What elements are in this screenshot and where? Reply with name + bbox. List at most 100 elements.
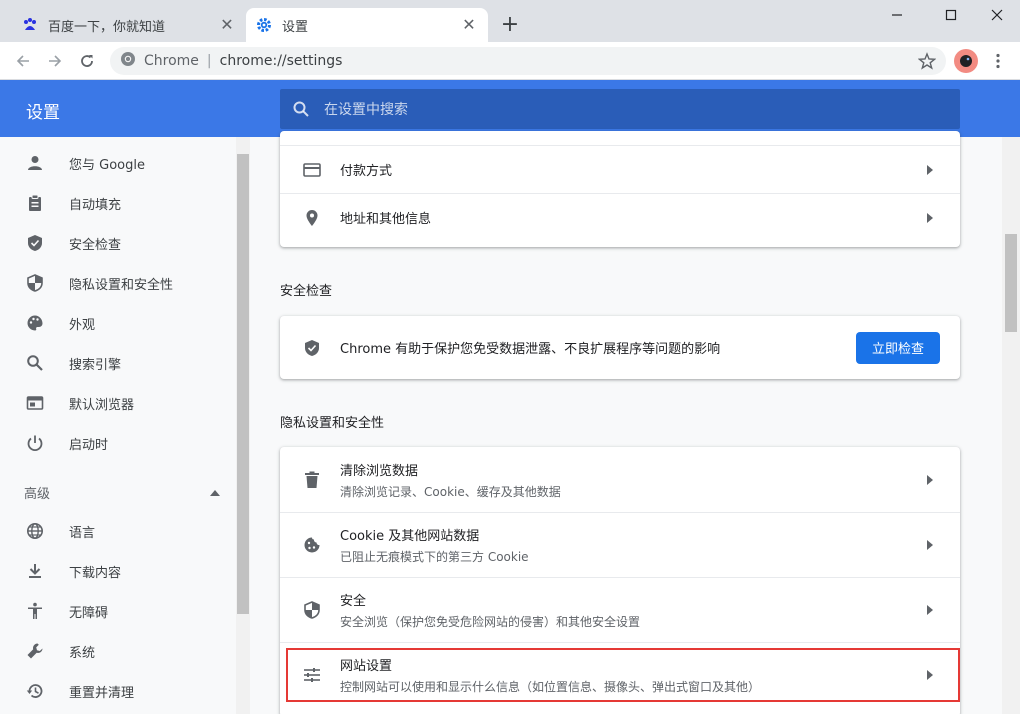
location-icon [300,206,324,230]
download-icon [24,560,46,582]
row-title: 安全 [340,594,367,609]
url-separator: | [206,53,212,69]
person-icon [24,152,46,174]
sidebar-item-label: 默认浏览器 [69,397,135,413]
row-title: 付款方式 [340,164,393,179]
sidebar-item-privacy[interactable]: 隐私设置和安全性 [24,269,173,297]
address-bar[interactable]: Chrome | chrome://settings [110,47,946,75]
row-subtitle: 安全浏览（保护您免受危险网站的侵害）和其他安全设置 [340,615,641,629]
row-clear-browsing-data[interactable]: 清除浏览数据 清除浏览记录、Cookie、缓存及其他数据 [280,447,960,512]
sidebar-item-autofill[interactable]: 自动填充 [24,189,121,217]
main-scrollbar[interactable] [1002,137,1020,714]
star-icon[interactable] [917,52,937,74]
arrow-right-icon [920,474,940,485]
minimize-button[interactable] [874,4,920,26]
search-icon [292,100,310,118]
sidebar-item-downloads[interactable]: 下载内容 [24,557,121,585]
row-title: 清除浏览数据 [340,463,419,479]
advanced-label: 高级 [24,486,51,502]
new-tab-button[interactable]: + [500,14,520,36]
profile-avatar[interactable] [954,49,978,73]
sidebar-advanced-toggle[interactable]: 高级 [24,482,220,502]
sidebar-item-on-startup[interactable]: 启动时 [24,429,108,457]
sidebar-item-label: 语言 [69,525,96,541]
check-now-button[interactable]: 立即检查 [856,331,940,364]
arrow-right-icon [920,605,940,615]
sidebar-item-search-engine[interactable]: 搜索引擎 [24,349,121,377]
privacy-card: 清除浏览数据 清除浏览记录、Cookie、缓存及其他数据 Cookie 及其他网… [280,447,960,714]
shield-check-icon [24,232,46,254]
gear-icon [256,17,272,33]
settings-header: 设置 在设置中搜索 [0,80,1020,137]
power-icon [24,432,46,454]
toolbar: Chrome | chrome://settings [0,42,1020,80]
wrench-icon [24,640,46,662]
sidebar-item-label: 自动填充 [69,197,122,213]
browser-icon [24,392,46,414]
close-icon[interactable]: ✕ [460,16,478,34]
sidebar-item-system[interactable]: 系统 [24,637,95,665]
search-placeholder: 在设置中搜索 [324,102,408,118]
sidebar-item-label: 无障碍 [69,605,109,621]
shield-half-icon [24,272,46,294]
tab-title: 百度一下，你就知道 [48,19,166,35]
sidebar-scrollbar[interactable] [236,137,250,714]
cookie-icon [300,533,324,557]
settings-search-input[interactable]: 在设置中搜索 [280,89,960,129]
tab-baidu[interactable]: 百度一下，你就知道 ✕ [12,8,246,42]
row-title: 地址和其他信息 [340,212,432,227]
tab-title: 设置 [282,19,309,35]
more-vert-icon [996,53,1000,69]
site-label: Chrome [144,53,199,69]
url-text: chrome://settings [219,53,343,69]
accessibility-icon [24,600,46,622]
sidebar-item-label: 启动时 [69,437,109,453]
autofill-card: 付款方式 地址和其他信息 [280,131,960,247]
sidebar-item-label: 安全检查 [69,237,122,253]
clipboard-icon [24,192,46,214]
chrome-icon [120,51,136,71]
arrow-right-icon [920,212,940,223]
close-window-button[interactable] [974,4,1020,26]
sidebar-scrollbar-thumb[interactable] [237,154,249,614]
row-payment-methods[interactable]: 付款方式 [280,145,960,193]
tab-settings[interactable]: 设置 ✕ [246,8,488,42]
credit-card-icon [300,158,324,182]
back-button[interactable] [12,50,34,72]
row-site-settings[interactable]: 网站设置 控制网站可以使用和显示什么信息（如位置信息、摄像头、弹出式窗口及其他） [280,642,960,707]
forward-button[interactable] [44,50,66,72]
sidebar-item-label: 重置并清理 [69,685,135,701]
row-addresses[interactable]: 地址和其他信息 [280,193,960,241]
sidebar-item-reset[interactable]: 重置并清理 [24,677,134,705]
arrow-right-icon [920,540,940,550]
row-cookies[interactable]: Cookie 及其他网站数据 已阻止无痕模式下的第三方 Cookie [280,512,960,577]
arrow-right-icon [920,670,940,680]
safety-check-card: Chrome 有助于保护您免受数据泄露、不良扩展程序等问题的影响 立即检查 [280,316,960,379]
safety-check-row: Chrome 有助于保护您免受数据泄露、不良扩展程序等问题的影响 立即检查 [280,316,960,379]
sidebar-item-accessibility[interactable]: 无障碍 [24,597,108,625]
globe-icon [24,520,46,542]
reload-button[interactable] [76,50,98,72]
shield-check-icon [300,336,324,360]
sidebar-item-languages[interactable]: 语言 [24,517,95,545]
main-scrollbar-thumb[interactable] [1005,234,1017,332]
sidebar-item-default-browser[interactable]: 默认浏览器 [24,389,134,417]
section-title-safety: 安全检查 [280,284,333,299]
close-icon[interactable]: ✕ [218,16,236,34]
row-subtitle: 已阻止无痕模式下的第三方 Cookie [340,550,529,564]
menu-button[interactable] [990,50,1006,72]
row-subtitle: 控制网站可以使用和显示什么信息（如位置信息、摄像头、弹出式窗口及其他） [340,680,761,694]
trash-icon [300,468,324,492]
settings-main: 付款方式 地址和其他信息 安全检查 Chrome 有助于保护您免受数据泄露、不良… [250,131,1002,714]
row-title: 网站设置 [340,659,393,674]
maximize-button[interactable] [928,4,974,26]
sidebar-item-appearance[interactable]: 外观 [24,309,95,337]
row-security[interactable]: 安全 安全浏览（保护您免受危险网站的侵害）和其他安全设置 [280,577,960,642]
shield-half-icon [300,598,324,622]
page-title: 设置 [26,103,60,123]
section-title-privacy: 隐私设置和安全性 [280,416,385,431]
settings-sidebar: 您与 Google 自动填充 安全检查 隐私设置和安全性 外观 搜索引擎 默认浏… [0,137,236,714]
sidebar-item-you-and-google[interactable]: 您与 Google [24,149,145,177]
row-title: Cookie 及其他网站数据 [340,529,480,544]
sidebar-item-safety-check[interactable]: 安全检查 [24,229,121,257]
